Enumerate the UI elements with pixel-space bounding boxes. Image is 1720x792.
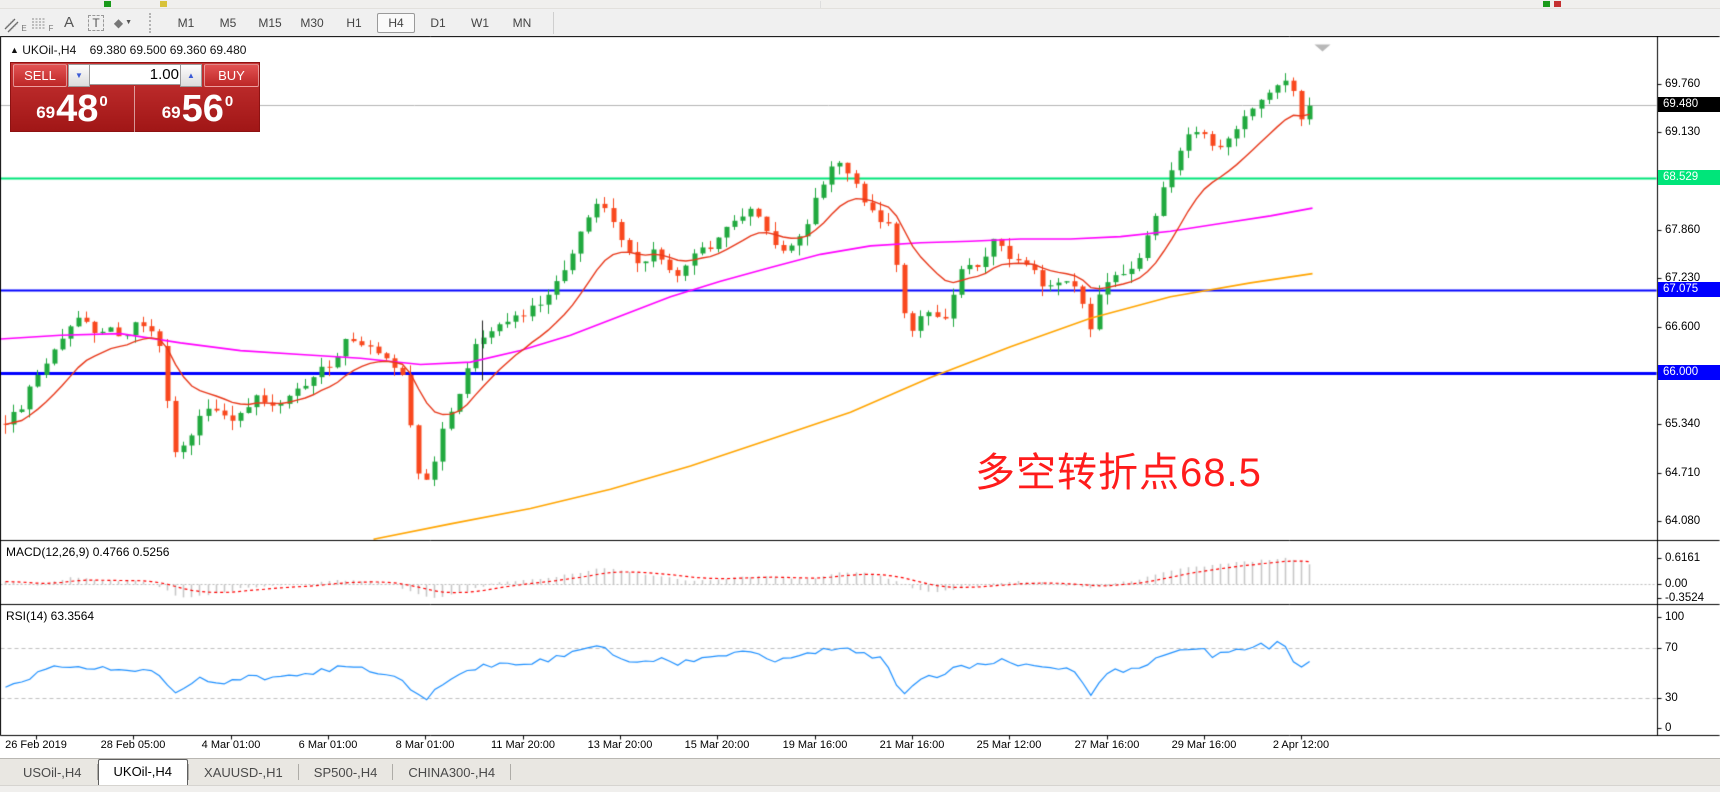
chart-tab-bar: USOil-,H4UKOil-,H4XAUUSD-,H1SP500-,H4CHI… — [0, 758, 1720, 785]
timeframe-button-m15[interactable]: M15 — [251, 13, 289, 33]
time-axis-label: 29 Mar 16:00 — [1172, 739, 1237, 751]
chart-window: ▲ UKOil-,H4 69.380 69.500 69.360 69.480 … — [0, 36, 1720, 758]
sell-price-prefix: 69 — [36, 103, 55, 123]
timeframe-button-h4[interactable]: H4 — [377, 13, 415, 33]
chart-tab-china300-h4[interactable]: CHINA300-,H4 — [393, 761, 510, 785]
sell-button[interactable]: SELL — [13, 64, 67, 87]
price-tick-label: 66.600 — [1665, 320, 1719, 334]
time-axis-label: 25 Mar 12:00 — [977, 739, 1042, 751]
chart-canvas[interactable] — [0, 36, 1720, 758]
buy-price-display[interactable]: 69 56 0 — [135, 86, 260, 132]
time-axis-label: 8 Mar 01:00 — [396, 739, 455, 751]
price-tick-label: 69.130 — [1665, 125, 1719, 139]
rsi-tick-label: 30 — [1665, 691, 1719, 705]
volume-input[interactable] — [89, 64, 185, 85]
text-label-icon[interactable]: A — [57, 12, 81, 33]
price-tick-label: 67.860 — [1665, 223, 1719, 237]
rsi-tick-label: 100 — [1665, 610, 1719, 624]
macd-tick-label: 0.00 — [1665, 577, 1719, 591]
timeframe-button-m5[interactable]: M5 — [209, 13, 247, 33]
time-axis-label: 15 Mar 20:00 — [685, 739, 750, 751]
toolbar-fragment-green2 — [1543, 1, 1550, 7]
toolbar-separator — [553, 12, 554, 34]
bottom-status-strip — [0, 785, 1720, 792]
time-axis-label: 28 Feb 05:00 — [101, 739, 166, 751]
volume-increase-button[interactable]: ▲ — [180, 64, 202, 87]
chart-annotation-text: 多空转折点68.5 — [975, 440, 1262, 498]
time-axis-label: 11 Mar 20:00 — [491, 739, 555, 751]
rsi-indicator-label: RSI(14) 63.3564 — [6, 609, 94, 623]
equidistant-channel-icon[interactable]: E — [3, 12, 27, 33]
toolbar-drag-handle[interactable] — [149, 13, 157, 33]
time-axis-label: 4 Mar 01:00 — [202, 739, 261, 751]
arrows-tool-icon[interactable]: ◆▼ — [111, 12, 135, 33]
fibonacci-retracement-icon[interactable]: F — [30, 12, 54, 33]
rsi-tick-label: 70 — [1665, 641, 1719, 655]
toolbar-fragment-yellow — [160, 1, 167, 7]
text-box-icon[interactable]: T — [84, 12, 108, 33]
chart-tab-xauusd-h1[interactable]: XAUUSD-,H1 — [189, 761, 298, 785]
chart-tab-usoil-h4[interactable]: USOil-,H4 — [8, 761, 97, 785]
time-axis-label: 21 Mar 16:00 — [880, 739, 945, 751]
timeframe-button-h1[interactable]: H1 — [335, 13, 373, 33]
symbol-period-label: UKOil-,H4 — [22, 43, 76, 57]
sell-price-big: 48 — [56, 90, 98, 128]
time-axis-label: 19 Mar 16:00 — [783, 739, 848, 751]
toolbar-fragment-sep — [820, 1, 821, 8]
ohlc-values: 69.380 69.500 69.360 69.480 — [90, 43, 247, 57]
buy-price-sup: 0 — [225, 93, 233, 110]
time-axis-label: 27 Mar 16:00 — [1075, 739, 1140, 751]
macd-tick-label: -0.3524 — [1665, 591, 1719, 605]
up-arrow-icon: ▲ — [10, 45, 19, 55]
price-line-badge: 69.480 — [1658, 97, 1720, 112]
time-axis-label: 2 Apr 12:00 — [1273, 739, 1329, 751]
trading-platform-window: E F A T ◆▼ M1M5M15M30H1H4D1W1MN ▲ UKOil-… — [0, 0, 1720, 792]
time-axis-label: 26 Feb 2019 — [5, 739, 67, 751]
price-tick-label: 69.760 — [1665, 77, 1719, 91]
clipped-upper-toolbar-strip — [0, 0, 1720, 9]
chart-tab-sp500-h4[interactable]: SP500-,H4 — [299, 761, 393, 785]
price-tick-label: 64.710 — [1665, 466, 1719, 480]
time-axis-label: 6 Mar 01:00 — [299, 739, 358, 751]
chart-tab-ukoil-h4[interactable]: UKOil-,H4 — [98, 759, 189, 785]
dropdown-caret-icon: ▼ — [125, 19, 132, 26]
time-axis-label: 13 Mar 20:00 — [588, 739, 653, 751]
tab-separator — [510, 764, 511, 780]
price-line-badge: 67.075 — [1658, 282, 1720, 297]
timeframe-button-m30[interactable]: M30 — [293, 13, 331, 33]
timeframe-button-mn[interactable]: MN — [503, 13, 541, 33]
buy-button[interactable]: BUY — [204, 64, 259, 87]
timeframe-button-w1[interactable]: W1 — [461, 13, 499, 33]
ohlc-header: ▲ UKOil-,H4 69.380 69.500 69.360 69.480 — [10, 43, 246, 57]
buy-price-big: 56 — [182, 90, 224, 128]
price-line-badge: 68.529 — [1658, 170, 1720, 185]
one-click-trade-panel: SELL ▼ ▲ BUY 69 48 0 69 56 0 — [10, 62, 260, 132]
chart-toolbar: E F A T ◆▼ M1M5M15M30H1H4D1W1MN — [0, 9, 1720, 37]
price-line-badge: 66.000 — [1658, 365, 1720, 380]
toolbar-fragment-green — [104, 1, 111, 7]
macd-tick-label: 0.6161 — [1665, 551, 1719, 565]
timeframe-button-m1[interactable]: M1 — [167, 13, 205, 33]
rsi-tick-label: 0 — [1665, 721, 1719, 735]
buy-price-prefix: 69 — [162, 103, 181, 123]
timeframe-button-d1[interactable]: D1 — [419, 13, 457, 33]
sell-price-display[interactable]: 69 48 0 — [10, 86, 135, 132]
timeframe-button-group: M1M5M15M30H1H4D1W1MN — [165, 13, 543, 33]
sell-price-sup: 0 — [99, 93, 107, 110]
volume-decrease-button[interactable]: ▼ — [68, 64, 90, 87]
price-tick-label: 64.080 — [1665, 514, 1719, 528]
toolbar-fragment-red — [1554, 1, 1561, 7]
macd-indicator-label: MACD(12,26,9) 0.4766 0.5256 — [6, 545, 169, 559]
price-tick-label: 65.340 — [1665, 417, 1719, 431]
